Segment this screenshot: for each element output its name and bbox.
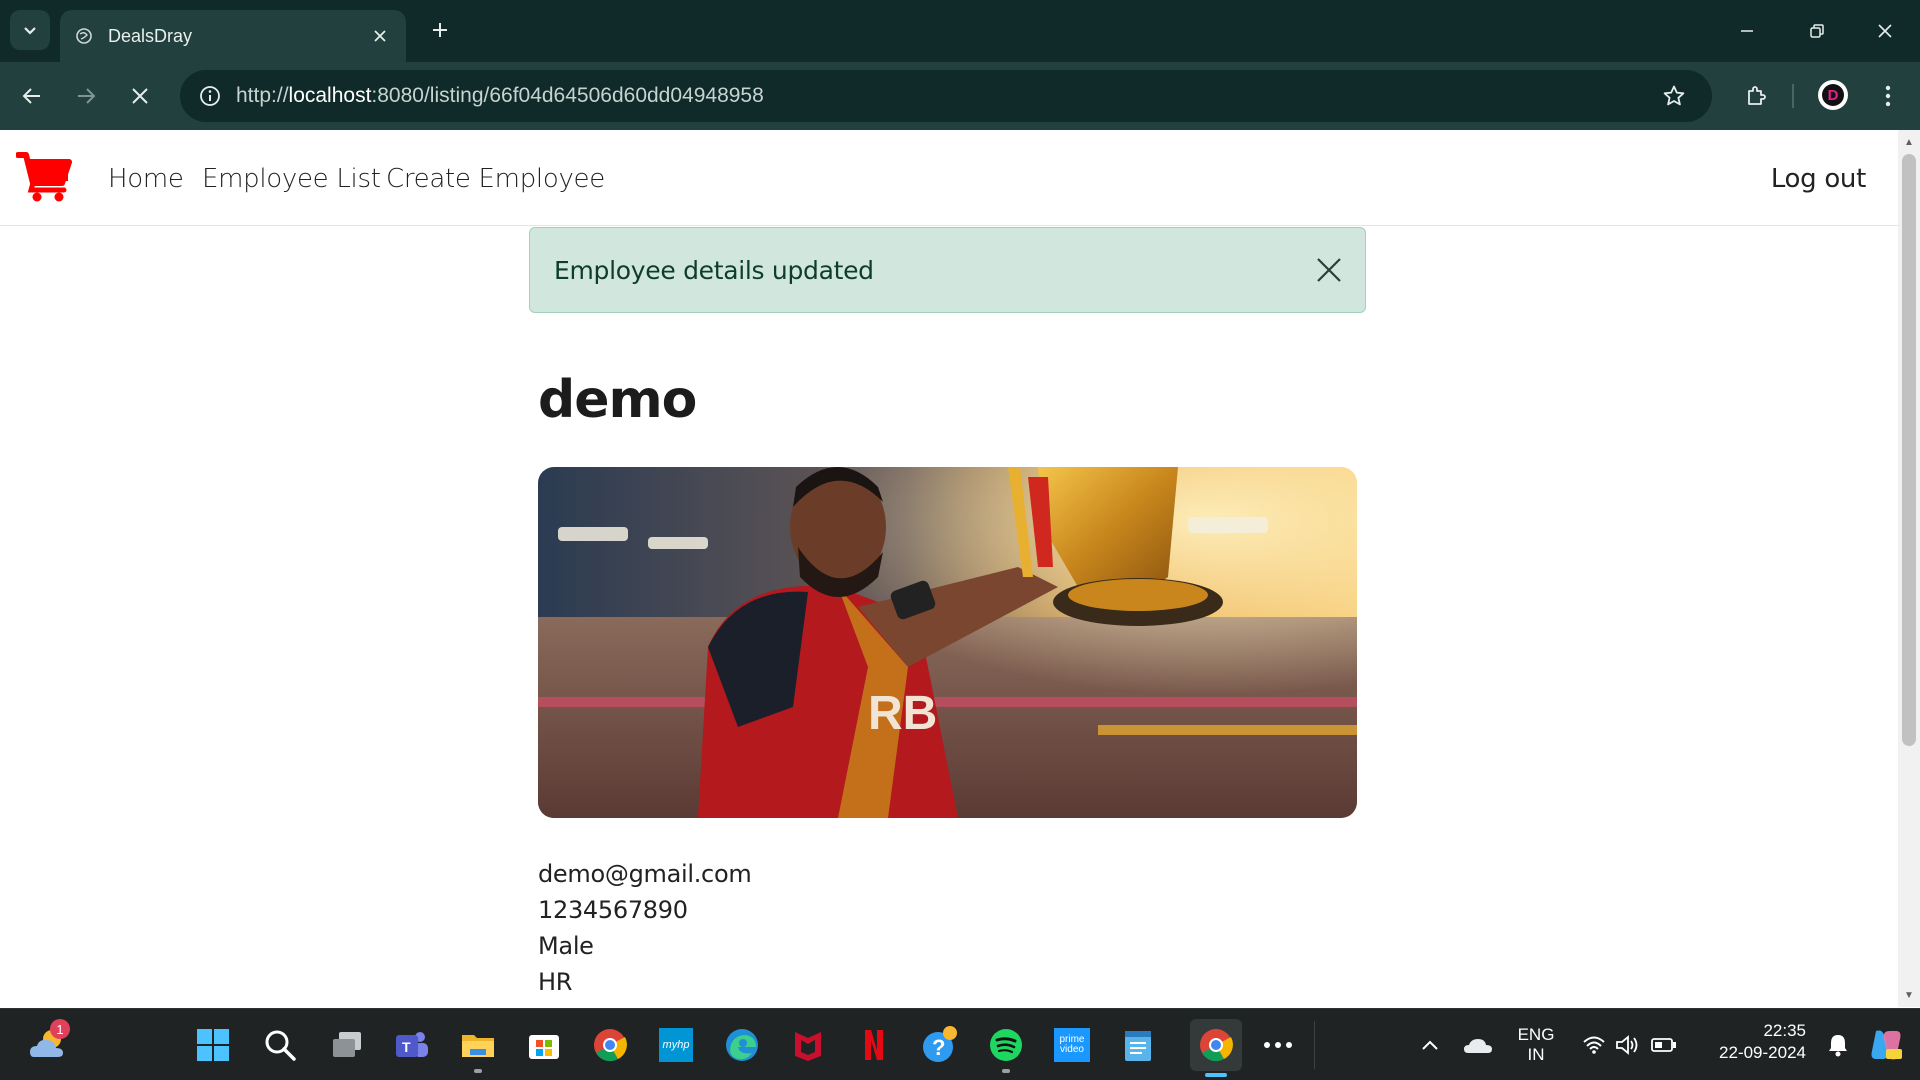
jersey-text: RB xyxy=(868,687,937,740)
clock[interactable]: 22:35 22-09-2024 xyxy=(1690,1021,1806,1063)
alert-close-button[interactable] xyxy=(1313,254,1345,286)
logout-link[interactable]: Log out xyxy=(1771,164,1866,194)
success-alert: Employee details updated xyxy=(529,227,1366,313)
running-indicator xyxy=(474,1069,482,1073)
bookmark-star-icon[interactable] xyxy=(1660,82,1688,110)
notepad-icon[interactable] xyxy=(1116,1023,1160,1067)
nav-link-create-employee[interactable]: Create Employee xyxy=(386,164,605,194)
restore-icon xyxy=(1810,24,1824,38)
chevron-down-icon xyxy=(24,27,36,35)
teams-icon[interactable]: T xyxy=(390,1023,434,1067)
new-tab-button[interactable] xyxy=(424,14,456,46)
close-icon xyxy=(1317,258,1341,282)
tab-close-button[interactable] xyxy=(368,24,392,48)
taskbar-divider xyxy=(1314,1021,1315,1069)
nav-link-employee-list[interactable]: Employee List xyxy=(202,164,381,194)
minimize-icon xyxy=(1741,30,1753,32)
onedrive-cloud-icon[interactable] xyxy=(1456,1023,1500,1067)
more-vertical-icon xyxy=(1885,85,1891,107)
close-icon xyxy=(374,30,386,42)
page-scrollbar[interactable]: ▲ ▼ xyxy=(1898,130,1920,1007)
svg-text:?: ? xyxy=(932,1035,945,1060)
edge-icon[interactable] xyxy=(720,1023,764,1067)
site-navbar: Home Employee List Create Employee Log o… xyxy=(0,130,1898,226)
address-bar[interactable]: http://localhost:8080/listing/66f04d6450… xyxy=(180,70,1712,122)
netflix-icon[interactable] xyxy=(852,1023,896,1067)
chevron-up-icon[interactable] xyxy=(1408,1023,1452,1067)
employee-designation: HR xyxy=(538,968,573,996)
nav-link-home[interactable]: Home xyxy=(108,164,184,194)
extensions-puzzle-icon[interactable] xyxy=(1738,78,1774,114)
employee-mobile: 1234567890 xyxy=(538,896,688,924)
prime-video-icon[interactable]: prime video xyxy=(1050,1023,1094,1067)
minimize-button[interactable] xyxy=(1712,0,1782,62)
close-window-button[interactable] xyxy=(1850,0,1920,62)
windows-taskbar: 1 T myhp ? prime video ENG IN 22:35 22-0… xyxy=(0,1008,1920,1080)
notification-bell-icon[interactable] xyxy=(1816,1023,1860,1067)
restore-button[interactable] xyxy=(1782,0,1852,62)
browser-tab-strip: DealsDray xyxy=(0,0,1920,62)
spotify-icon[interactable] xyxy=(984,1023,1028,1073)
stop-loading-button[interactable] xyxy=(122,78,158,114)
active-indicator xyxy=(1205,1073,1227,1077)
close-icon xyxy=(1878,24,1892,38)
copilot-icon[interactable] xyxy=(1864,1023,1908,1067)
scroll-up-arrow-icon[interactable]: ▲ xyxy=(1898,132,1920,152)
mcafee-icon[interactable] xyxy=(786,1023,830,1067)
weather-badge: 1 xyxy=(50,1019,70,1039)
running-indicator xyxy=(1002,1069,1010,1073)
forward-button[interactable] xyxy=(68,78,104,114)
scroll-thumb[interactable] xyxy=(1902,154,1916,746)
close-icon xyxy=(132,88,148,104)
employee-name: demo xyxy=(538,370,697,430)
browser-toolbar: http://localhost:8080/listing/66f04d6450… xyxy=(0,62,1920,130)
employee-gender: Male xyxy=(538,932,594,960)
chrome-icon[interactable] xyxy=(588,1023,632,1067)
task-view-icon[interactable] xyxy=(325,1023,369,1067)
help-icon[interactable]: ? xyxy=(918,1023,962,1067)
toolbar-separator xyxy=(1792,84,1794,108)
profile-avatar-icon: D xyxy=(1822,84,1844,106)
search-icon[interactable] xyxy=(258,1023,302,1067)
clock-time: 22:35 xyxy=(1763,1021,1806,1040)
url-text: http://localhost:8080/listing/66f04d6450… xyxy=(236,84,764,107)
arrow-right-icon xyxy=(78,88,96,104)
site-info-icon[interactable] xyxy=(184,85,236,107)
svg-text:T: T xyxy=(402,1039,411,1055)
shopping-cart-icon[interactable] xyxy=(15,150,72,202)
weather-widget[interactable]: 1 xyxy=(26,1019,70,1067)
battery-icon[interactable] xyxy=(1642,1023,1686,1067)
employee-photo: RB xyxy=(538,467,1357,818)
globe-icon xyxy=(74,26,94,46)
chrome-active-icon[interactable] xyxy=(1190,1019,1242,1077)
arrow-left-icon xyxy=(22,88,40,104)
employee-email: demo@gmail.com xyxy=(538,860,752,888)
page-viewport: Home Employee List Create Employee Log o… xyxy=(0,130,1898,1007)
browser-tab-active[interactable]: DealsDray xyxy=(60,10,406,62)
clock-date: 22-09-2024 xyxy=(1719,1043,1806,1062)
windows-start-icon[interactable] xyxy=(191,1023,235,1067)
more-icon[interactable] xyxy=(1256,1023,1300,1067)
plus-icon xyxy=(433,23,447,37)
profile-avatar[interactable]: D xyxy=(1818,80,1848,110)
alert-message: Employee details updated xyxy=(554,255,874,285)
scroll-down-arrow-icon[interactable]: ▼ xyxy=(1898,985,1920,1005)
store-icon[interactable] xyxy=(522,1023,566,1067)
tab-search-button[interactable] xyxy=(10,10,50,50)
language-indicator[interactable]: ENG IN xyxy=(1510,1025,1562,1065)
myhp-icon[interactable]: myhp xyxy=(654,1023,698,1067)
file-explorer-icon[interactable] xyxy=(456,1023,500,1073)
tab-title: DealsDray xyxy=(108,25,193,46)
back-button[interactable] xyxy=(14,78,50,114)
browser-menu-button[interactable] xyxy=(1870,78,1906,114)
